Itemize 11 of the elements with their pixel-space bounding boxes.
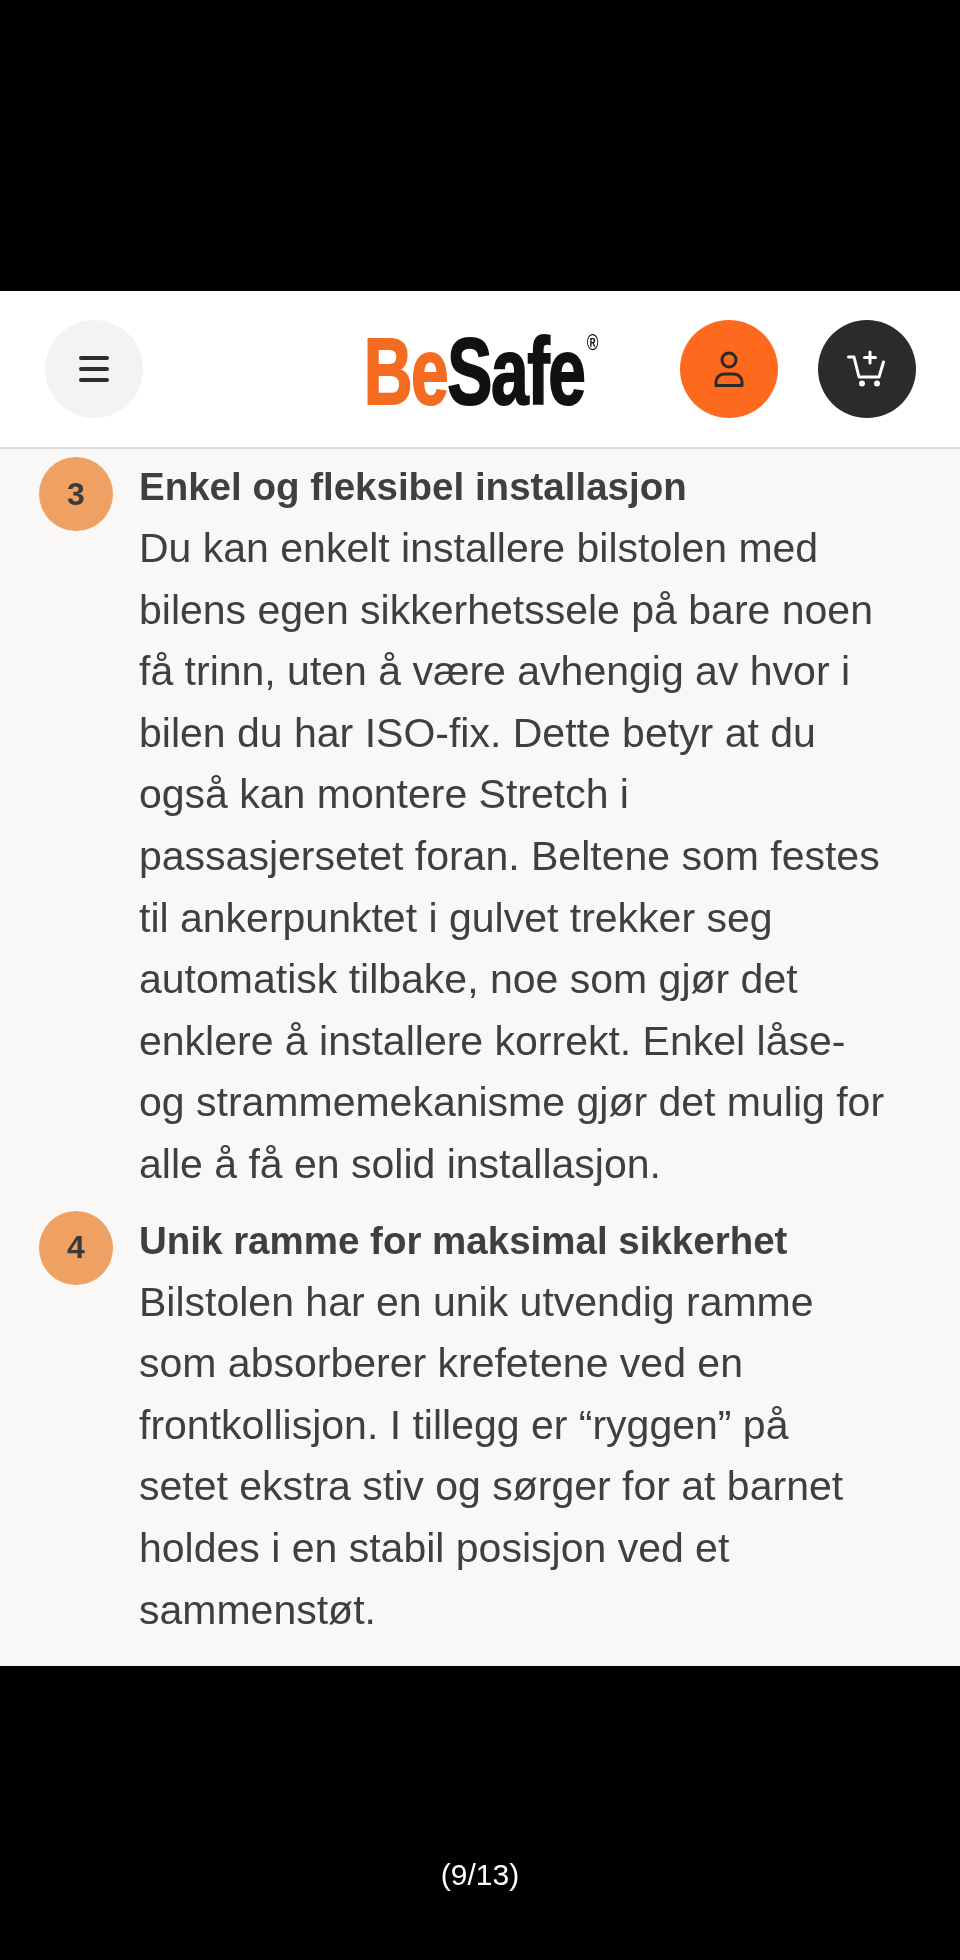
- person-icon: [713, 351, 745, 387]
- feature-description: Du kan enkelt installere bilstolen med bilens egen sikkerhetssele på bare noen få trinn, uten å være avhengig av hvor i bilen du har ISO-fix. Dette betyr at du også kan montere Stretch i passasjersetet foran. Beltene som festes til ankerpunktet i gulvet trekker seg automatisk tilbake, noe som gjør det enklere å installere korrekt. Enkel låse- og strammemekanisme gjør det mulig for alle å få en solid installasjon.: [139, 524, 886, 1189]
- page-counter: (9/13): [440, 1857, 520, 1893]
- feature-title: Unik ramme for maksimal sikkerhet: [139, 1217, 789, 1264]
- step-number: 3: [39, 457, 113, 531]
- step-number: 4: [39, 1210, 113, 1285]
- cart-plus-icon: [847, 350, 887, 388]
- feature-description: Bilstolen har en unik utvendig ramme som absorberer krefetene ved en frontkollisjon. I tillegg er “ryggen” på setet ekstra stiv og sørger for at barnet holdes i en stabil posisjon ved et sammenstøt.: [139, 1277, 845, 1635]
- menu-icon: [79, 356, 109, 382]
- feature-title: Enkel og fleksibel installasjon: [139, 464, 688, 510]
- besafe-logo[interactable]: BeSafe®: [363, 328, 598, 410]
